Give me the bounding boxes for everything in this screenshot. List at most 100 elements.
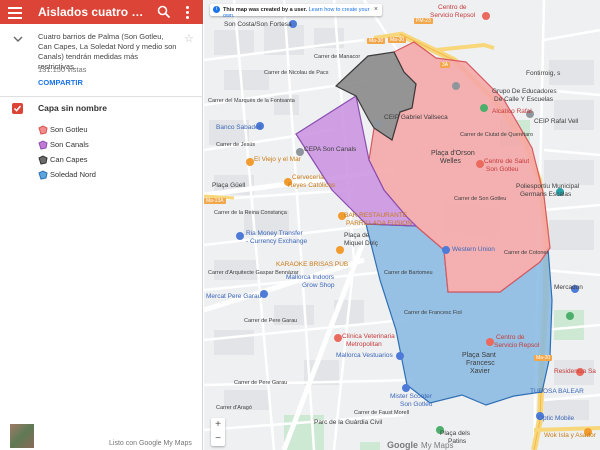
bar-icon[interactable]	[336, 246, 344, 254]
map-label: PARRILLADA FUSION	[346, 220, 412, 227]
school-icon[interactable]	[296, 148, 304, 156]
hospital-icon[interactable]	[476, 160, 484, 168]
shop-icon[interactable]	[402, 384, 410, 392]
map-label: Centre de Salut	[484, 158, 530, 165]
map-label: Xavier	[470, 368, 490, 375]
restaurant-icon[interactable]	[246, 158, 254, 166]
map-label: Poliesportiu Municipal	[516, 183, 580, 190]
map-label: Francesc	[466, 360, 495, 367]
title-bar: Aislados cuatro barrios de Palma	[0, 0, 203, 24]
map-label: KARAOKE BRISAS PUB	[276, 261, 349, 268]
street-label: Carrer del Marquès de la Fontsanta	[208, 98, 295, 104]
footer-text: Listo con Google My Maps	[109, 440, 192, 447]
road-shield: Ma-30	[388, 37, 407, 43]
shop-icon[interactable]	[236, 232, 244, 240]
map-label: Wok Isla y Asador	[544, 432, 596, 439]
park-icon[interactable]	[566, 312, 574, 320]
zoom-in-button[interactable]: +	[211, 418, 225, 432]
map-label: El Viejo y el Mar	[254, 156, 301, 163]
map-label: Son Costa/Son Fortesa	[224, 21, 292, 28]
polygon-icon	[38, 155, 48, 165]
park-icon[interactable]	[480, 104, 488, 112]
road-shield: Ma-30	[367, 38, 386, 44]
map-label: Grow Shop	[302, 282, 335, 289]
school-icon[interactable]	[452, 82, 460, 90]
feature-item-son-canals[interactable]: Son Canals	[0, 138, 203, 152]
map-label: Fontirroig, s	[526, 70, 561, 77]
feature-label: Son Canals	[50, 140, 89, 149]
info-icon: i	[213, 6, 220, 13]
chevron-down-icon[interactable]	[12, 32, 24, 44]
map-label: Residencia Sa	[554, 368, 596, 375]
feature-label: Soledad Nord	[50, 170, 96, 179]
gas-station-icon[interactable]	[482, 12, 490, 20]
map-details: Cuatro barrios de Palma (Son Gotleu, Can…	[0, 24, 203, 89]
share-button[interactable]: COMPARTIR	[38, 78, 83, 87]
vet-icon[interactable]	[334, 334, 342, 342]
street-label: Carrer de la Reina Constança	[214, 210, 287, 216]
shop-icon[interactable]	[396, 352, 404, 360]
polygon-icon	[38, 125, 48, 135]
close-icon[interactable]: ×	[374, 6, 378, 13]
map-canvas[interactable]: Ma-30 Ma-13A Ma-20 PM-23 Ma-30 3A Son Co…	[204, 0, 600, 450]
street-label: Carrer de Jesús	[216, 142, 256, 148]
basemap-thumbnail[interactable]	[10, 424, 34, 448]
map-label: Clínica Veterinaria	[342, 333, 395, 340]
more-vert-icon[interactable]	[181, 4, 193, 20]
zoom-out-button[interactable]: −	[211, 432, 225, 446]
map-label: Plaça Güell	[212, 182, 246, 189]
map-label: - Currency Exchange	[246, 238, 308, 245]
mymaps-logo: My Maps	[421, 441, 454, 450]
map-label: Parc de la Guàrdia Civil	[314, 419, 383, 426]
hamburger-menu-icon[interactable]	[7, 4, 23, 20]
google-logo: Google	[387, 440, 418, 450]
feature-item-son-gotleu[interactable]: Son Gotleu	[0, 123, 203, 137]
user-map-notice: i This map was created by a user. Learn …	[210, 4, 382, 19]
map-label: Reyes Católicos	[288, 182, 335, 189]
layer-header[interactable]: Capa sin nombre	[0, 100, 203, 118]
street-label: Carrer de Manacor	[314, 54, 361, 60]
map-label: Cervecería	[292, 174, 324, 181]
street-label: Carrer de Cotoner	[504, 250, 549, 256]
map-label: Mister Scooter	[390, 393, 432, 400]
star-outline-icon[interactable]: ☆	[184, 32, 194, 45]
road-shield: 3A	[440, 62, 451, 68]
map-label: Plaça de	[344, 232, 370, 239]
map-label: Plaça d'Orson	[431, 150, 475, 157]
street-label: Carrer d'Aragó	[216, 405, 252, 411]
street-label: Carrer de Ciutat de Querétaro	[460, 132, 534, 138]
map-label: Grupo De Educadores	[492, 88, 557, 95]
map-label: Mallorca Vestuarios	[336, 352, 393, 359]
layer-name: Capa sin nombre	[38, 103, 107, 113]
feature-item-can-capes[interactable]: Can Capes	[0, 153, 203, 167]
gas-station-icon[interactable]	[486, 338, 494, 346]
map-label: CEIP Rafal Vell	[534, 118, 579, 125]
map-label: Ria Money Transfer	[246, 230, 303, 237]
feature-item-soledad-nord[interactable]: Soledad Nord	[0, 168, 203, 182]
map-label: Servicio Repsol	[430, 12, 476, 19]
map-label: Servicio Repsol	[494, 342, 540, 349]
map-title: Aislados cuatro barrios de Palma	[38, 5, 150, 19]
bank-icon[interactable]	[442, 246, 450, 254]
polygon-icon	[38, 170, 48, 180]
map-label: Son Gotleu	[400, 401, 433, 408]
street-label: Carrer d'Arquitecte Gaspar Bennàzar	[208, 270, 299, 276]
search-icon[interactable]	[156, 4, 172, 20]
map-label: Son Gotleu	[486, 166, 519, 173]
view-count: 131.150 vistas	[38, 65, 87, 74]
map-label: Optic Mobile	[538, 415, 575, 422]
road-shield: Ma-13A	[204, 198, 226, 204]
layer-visibility-checkbox[interactable]	[12, 103, 23, 114]
school-icon[interactable]	[374, 120, 382, 128]
zoom-control: + −	[211, 418, 225, 446]
map-label: BAR RESTAURANTE	[344, 212, 408, 219]
street-label: Carrer de Pere Garau	[244, 318, 298, 324]
map-label: Miquel Dolç	[344, 240, 378, 247]
street-label: Carrer de Pere Garau	[234, 380, 288, 386]
feature-label: Can Capes	[50, 155, 88, 164]
map-label: Centro de	[496, 334, 525, 341]
map-label: Alcatico Rafal	[492, 108, 532, 115]
map-label: Mercadon	[554, 284, 583, 291]
map-label: Metropolitan	[346, 341, 382, 348]
polygon-icon	[38, 140, 48, 150]
